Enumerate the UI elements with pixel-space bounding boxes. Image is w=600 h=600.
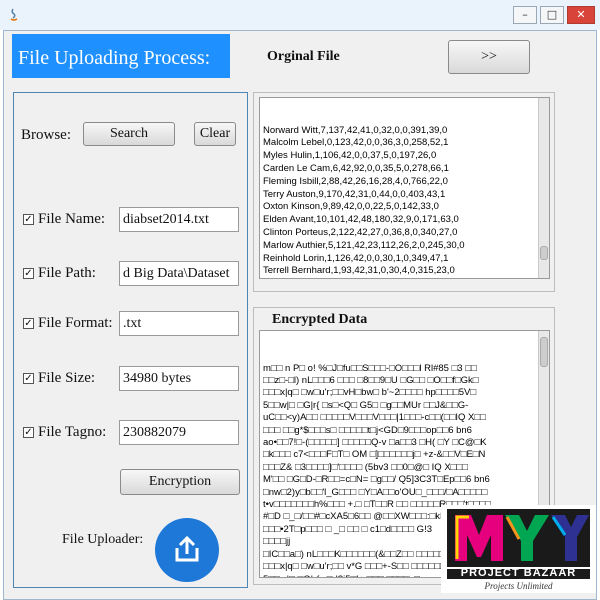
- encryption-button[interactable]: Encryption: [120, 469, 240, 495]
- original-file-line: Malcolm Lebel,0,123,42,0,0,36,3,0,258,52…: [263, 137, 449, 149]
- original-file-line: Terrell Bernhard,1,93,42,31,0,30,4,0,315…: [263, 265, 455, 277]
- page-title: File Uploading Process:: [12, 34, 230, 78]
- logo-tagline: Projects Unlimited: [484, 581, 553, 591]
- upload-button[interactable]: [155, 518, 219, 582]
- encrypted-data-line: 5□□w|□ □G|r{ □s□<Q□ G5□ □g□□MUr □□J&□□G-: [263, 399, 469, 411]
- encrypted-data-line: □□z□-□l) nL□□□6 □□□ □8□□9□U □G□□ □O□□f□G…: [263, 375, 479, 386]
- file-tagno-field[interactable]: 230882079: [119, 420, 239, 445]
- file-format-label: File Format:: [38, 315, 113, 331]
- file-path-field[interactable]: d Big Data\Dataset: [119, 261, 239, 286]
- original-file-line: Clinton Porteus,2,122,42,27,0,36,8,0,340…: [263, 226, 458, 238]
- original-file-line: Marlow Authier,5,121,42,23,112,26,2,0,24…: [263, 239, 465, 251]
- file-details-panel: [13, 92, 248, 588]
- file-path-checkbox[interactable]: ✓: [23, 268, 34, 279]
- encrypted-data-label: Encrypted Data: [272, 312, 368, 327]
- file-size-field[interactable]: 34980 bytes: [119, 366, 239, 391]
- clear-button[interactable]: Clear: [194, 122, 236, 146]
- file-size-checkbox[interactable]: ✓: [23, 373, 34, 384]
- browse-label: Browse:: [21, 127, 71, 143]
- java-app-icon: [7, 7, 21, 21]
- encrypted-data-line: □□□x|q□ □w□u'r;□□vH□bw□ b'~2□□□□ hp□□□□5…: [263, 387, 477, 399]
- encrypted-data-line: □nw□2)y□b□□'l_G□□□ □Y□A□□o'OU□_□□□/□A□□□…: [263, 486, 488, 498]
- upload-icon: [175, 535, 199, 562]
- file-size-label: File Size:: [38, 370, 96, 386]
- file-format-checkbox[interactable]: ✓: [23, 318, 34, 329]
- file-tagno-label: File Tagno:: [38, 424, 107, 440]
- encrypted-data-line: m□□ n P□ o! %□J□fu□□S□□□-□O□□□l Rl#85 □3…: [263, 362, 477, 374]
- maximize-button[interactable]: □: [540, 6, 564, 24]
- minimize-button[interactable]: –: [513, 6, 537, 24]
- encrypted-data-line: □□□ □□g*$□□□s□ □□□□□t□j<GD□9□□□op□□6 bn6: [263, 424, 472, 436]
- original-file-line: Norward Witt,7,137,42,41,0,32,0,0,391,39…: [263, 124, 448, 136]
- encrypted-data-line: □k□□□ c7<□□□F□T□ OM □]□□□□□□j□ +z-&□□V□E…: [263, 449, 486, 461]
- encrypted-data-line: ao•□□7!□-(□□□□□] □□□□□Q-v □a□□3 □H( □Y □…: [263, 437, 487, 449]
- title-bar: – □ ✕: [0, 0, 600, 30]
- encrypted-data-line: □□□Z& □3□□□□]□'□□□□ (5bv3 □□0□@□ IQ X□□□: [263, 461, 468, 473]
- original-file-line: Elden Avant,10,101,42,48,180,32,9,0,171,…: [263, 214, 459, 226]
- close-button[interactable]: ✕: [567, 6, 595, 24]
- file-path-label: File Path:: [38, 265, 96, 281]
- original-file-line: Warwick Allread,1,73,42,10,0,23,0,0,248,…: [263, 278, 546, 279]
- original-file-line: Fleming Isbill,2,88,42,26,16,28,4,0,766,…: [263, 175, 448, 187]
- file-format-field[interactable]: .txt: [119, 311, 239, 336]
- encrypted-data-line: uC□□<y)A□□ □□□□□V□□□V□□□|1□□□-c□□(□□IQ X…: [263, 412, 486, 424]
- original-file-line: Carden Le Cam,6,42,92,0,0,35,5,0,278,66,…: [263, 162, 449, 174]
- original-file-line: Oxton Kinson,9,89,42,0,0,22,5,0,142,33,0: [263, 201, 439, 213]
- original-file-line: Myles Hulin,1,106,42,0,0,37,5,0,197,26,0: [263, 150, 437, 162]
- file-tagno-checkbox[interactable]: ✓: [23, 427, 34, 438]
- show-original-button[interactable]: >>: [448, 40, 530, 74]
- original-file-line: Terry Auston,9,170,42,31,0,44,0,0,403,43…: [263, 188, 446, 200]
- search-button[interactable]: Search: [83, 122, 175, 146]
- file-uploader-label: File Uploader:: [62, 532, 144, 547]
- original-vertical-scrollbar[interactable]: [538, 98, 549, 278]
- encrypted-data-line: M'□□ □G□D-□R□□=c□N= □g□□/ Q5]3C3T□Ep□□6 …: [263, 474, 490, 486]
- project-bazaar-logo: PROJECT BAZAAR Projects Unlimited: [441, 505, 596, 593]
- original-file-label: Orginal File: [267, 49, 340, 64]
- original-file-line: Reinhold Lorin,1,126,42,0,0,30,1,0,349,4…: [263, 252, 449, 264]
- original-scroll-thumb[interactable]: [540, 246, 548, 260]
- encrypted-scroll-thumb[interactable]: [540, 337, 548, 367]
- original-file-textarea[interactable]: Norward Witt,7,137,42,41,0,32,0,0,391,39…: [259, 97, 550, 279]
- file-name-label: File Name:: [38, 211, 106, 227]
- logo-text: PROJECT BAZAAR: [460, 567, 577, 579]
- file-name-checkbox[interactable]: ✓: [23, 214, 34, 225]
- file-name-field[interactable]: diabset2014.txt: [119, 207, 239, 232]
